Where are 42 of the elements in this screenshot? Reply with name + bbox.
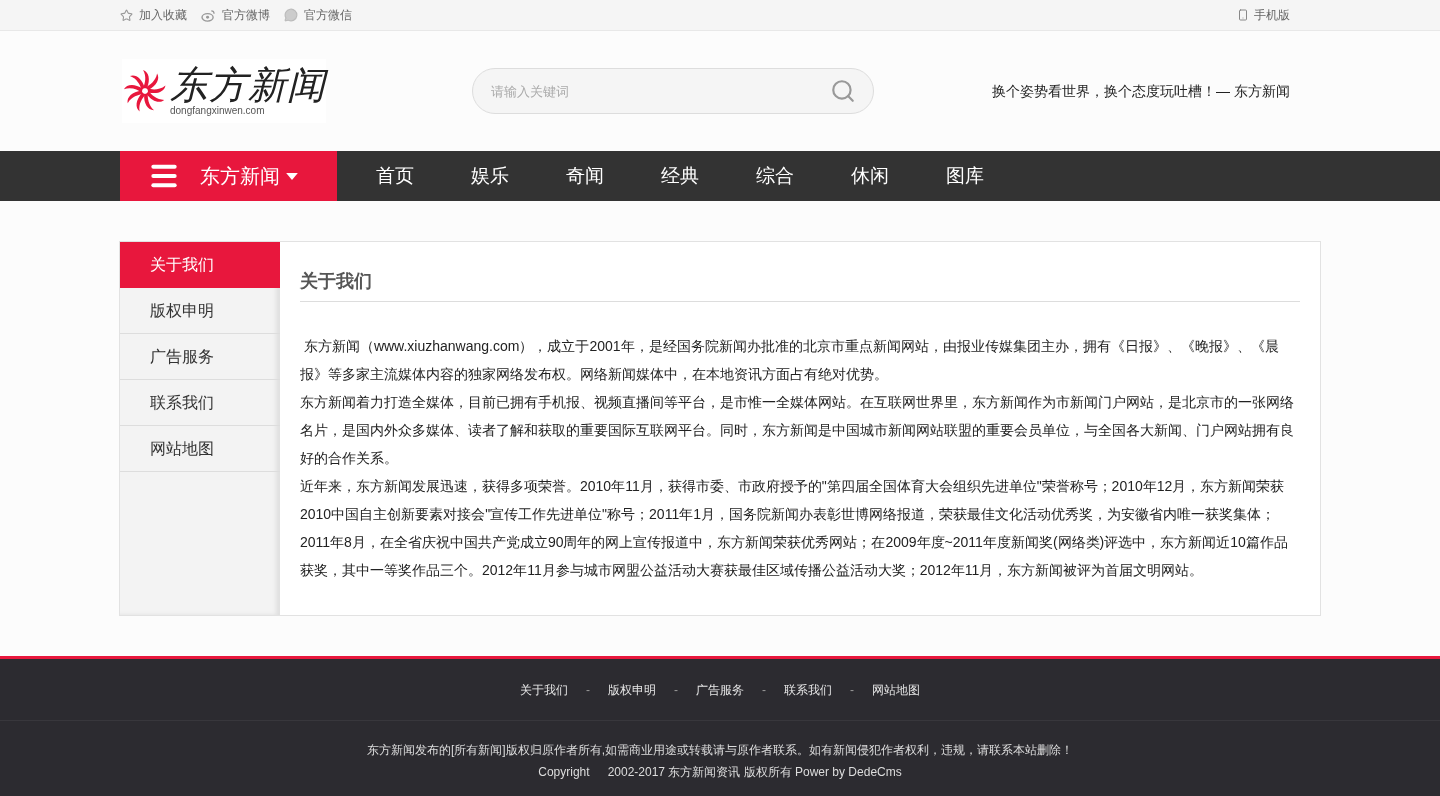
article-paragraph: 近年来，东方新闻发展迅速，获得多项荣誉。2010年11月，获得市委、市政府授予的"第四届全国体育大会组织先进单位"荣誉称号；2010年12月，东方新闻荣获2010中国自主创新要素对接会"宣传工作先进单位"称号；2011年1月，国务院新闻办表彰世博网络报道，荣获最佳文化活动优秀奖，为安徽省内唯一获奖集体；2011年8月，在全省庆祝中国共产党成立90周年的网上宣传报道中，东方新闻荣获优秀网站；在2009年度~2011年度新闻奖(网络类)评选中，东方新闻近10篇作品获奖，其中一等奖作品三个。2012年11月参与城市网盟公益活动大赛获最佳区域传播公益活动大奖；2012年11月，东方新闻被评为首届文明网站。 [300, 477, 1289, 580]
nav-link[interactable]: 综合 [727, 151, 822, 201]
article-paragraph: 东方新闻（www.xiuzhanwang.com），成立于2001年，是经国务院新闻办批准的北京市重点新闻网站，由报业传媒集团主办，拥有《日报》、《晚报》、《晨报》等多家主流媒体内容的独家网络发布权。网络新闻媒体中，在本地资讯方面占有绝对优势。 [300, 337, 1280, 384]
separator: - [673, 681, 679, 699]
article-paragraph: 东方新闻着力打造全媒体，目前已拥有手机报、视频直播间等平台，是市惟一全媒体网站。在互联网世界里，东方新闻作为市新闻门户网站，是北京市的一张网络名片，是国内外众多媒体、读者了解和获取的重要国际互联网平台。同时，东方新闻是中国城市新闻网站联盟的重要会员单位，与全国各大新闻、门户网站拥有良好的合作关系。 [300, 393, 1295, 468]
sidebar-item[interactable]: 关于我们 [120, 242, 280, 288]
category-menu-button[interactable]: 东方新闻 [120, 151, 337, 201]
sidebar-item[interactable]: 版权申明 [120, 288, 280, 334]
footer-link[interactable]: 联系我们 [784, 680, 832, 699]
footer-link[interactable]: 关于我们 [520, 680, 568, 699]
sidebar-item[interactable]: 广告服务 [120, 334, 280, 380]
copyright-text: 2002-2017 东方新闻资讯 版权所有 Power by DedeCms [607, 764, 902, 781]
footer-link[interactable]: 版权申明 [608, 680, 656, 699]
search-icon[interactable] [830, 78, 856, 104]
nav-link[interactable]: 奇闻 [537, 151, 632, 201]
chat-bubble-icon [284, 8, 298, 22]
topbar-link[interactable]: 官方微博 [201, 6, 270, 24]
nav-link[interactable]: 经典 [632, 151, 727, 201]
nav-link[interactable]: 休闲 [822, 151, 917, 201]
topbar-link[interactable]: 官方微信 [284, 6, 352, 24]
separator: - [761, 681, 767, 699]
nav-link[interactable]: 图库 [917, 151, 1012, 201]
footer-link[interactable]: 网站地图 [872, 680, 920, 699]
slogan: 换个姿势看世界，换个态度玩吐槽！— 东方新闻 [992, 81, 1290, 101]
separator: - [585, 681, 591, 699]
copyright-label: Copyright [538, 764, 590, 781]
article-title: 关于我们 [300, 268, 1300, 302]
search-field[interactable]: 请输入关键词 [472, 68, 874, 114]
nav-link[interactable]: 首页 [347, 151, 442, 201]
topbar-link[interactable]: 加入收藏 [120, 6, 187, 24]
separator: - [849, 681, 855, 699]
star-icon [120, 8, 133, 22]
mobile-version-link[interactable]: 手机版 [1237, 6, 1320, 24]
sidebar-item[interactable]: 联系我们 [120, 380, 280, 426]
sidebar-item[interactable]: 网站地图 [120, 426, 280, 472]
phone-icon [1237, 9, 1249, 21]
footer-link[interactable]: 广告服务 [696, 680, 744, 699]
caret-icon [286, 172, 298, 180]
nav-link[interactable]: 娱乐 [442, 151, 537, 201]
copyright-notice: 东方新闻发布的[所有新闻]版权归原作者所有,如需商业用途或转载请与原作者联系。如有新闻侵犯作者权利，违规，请联系本站删除！ [367, 742, 1073, 759]
eye-swirl-icon [201, 8, 216, 22]
logo-domain: dongfangxinwen.com [170, 106, 266, 116]
